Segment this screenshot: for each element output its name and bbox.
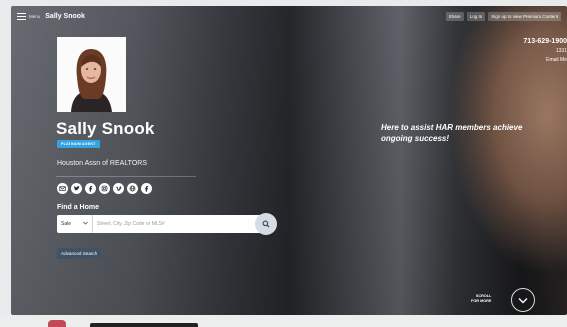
search-button[interactable] [255,213,277,235]
facebook-icon[interactable] [85,183,96,194]
topbar-actions: Share Log In Sign up to view Premium Con… [445,11,561,21]
signup-button[interactable]: Sign up to view Premium Content [488,11,561,21]
share-button[interactable]: Share [445,11,464,21]
listing-type-value: Sale [61,221,72,227]
email-icon[interactable] [57,183,68,194]
hero-tagline: Here to assist HAR members achieve ongoi… [381,123,523,143]
agent-name: Sally Snook [56,119,155,138]
phone-extension: 1331 [555,48,567,54]
instagram-icon[interactable] [99,183,110,194]
email-me-link[interactable]: Email Me [523,57,567,63]
agent-organization: Houston Assn of REALTORS [57,160,148,167]
chevron-down-icon [83,221,88,227]
divider [56,176,196,177]
next-section-preview [0,315,567,327]
twitter-icon[interactable] [71,183,82,194]
search-icon [262,215,270,233]
login-button[interactable]: Log In [466,11,486,21]
advanced-search-button[interactable]: Advanced Search [57,248,102,259]
vimeo-icon[interactable] [113,183,124,194]
home-search-bar: Sale [57,215,267,233]
website-icon[interactable] [127,183,138,194]
menu-label[interactable]: Menu [29,14,40,19]
scroll-down-button[interactable] [511,288,535,312]
agent-photo [57,37,126,112]
top-navigation-bar: Menu Sally Snook Share Log In Sign up to… [11,6,567,26]
hamburger-menu-icon[interactable] [17,12,26,20]
platinum-agent-badge: PLATINUM AGENT [57,140,100,148]
facebook-page-icon[interactable] [141,183,152,194]
find-a-home-heading: Find a Home [57,204,100,211]
listing-type-select[interactable]: Sale [57,215,93,233]
logo-partial [48,320,66,327]
chevron-down-icon [518,291,528,309]
contact-info: 713-629-1900 1331 Email Me [523,38,567,63]
hero-section: Menu Sally Snook Share Log In Sign up to… [11,6,567,315]
phone-number[interactable]: 713-629-1900 [523,38,567,45]
brand-name[interactable]: Sally Snook [45,13,85,20]
search-input[interactable] [93,221,267,227]
social-links [57,183,152,194]
section-tab-partial [90,323,198,327]
scroll-label-line-2: FOR MORE [471,299,492,303]
scroll-for-more-label: SCROLL FOR MORE [471,294,491,304]
